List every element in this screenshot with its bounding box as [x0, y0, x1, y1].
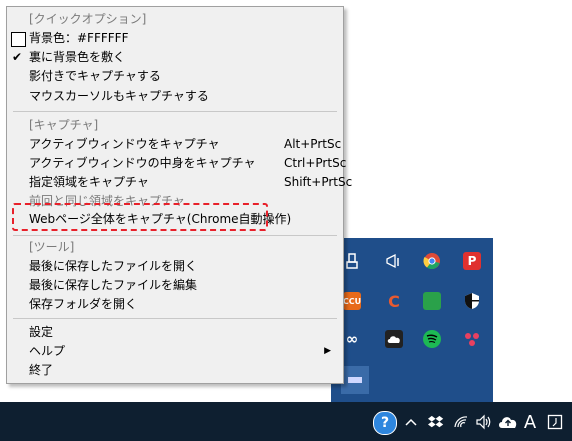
cloud-icon[interactable] — [385, 330, 403, 348]
menu-item-edit-last-file[interactable]: 最後に保存したファイルを編集 — [29, 276, 337, 295]
submenu-arrow-icon: ▶ — [324, 346, 331, 356]
menu-item-shadow[interactable]: 影付きでキャプチャする — [29, 67, 337, 86]
menu-separator — [13, 235, 337, 236]
menu-separator — [13, 318, 337, 319]
app-icon[interactable] — [341, 366, 369, 394]
menu-item-shortcut: Alt+PrtSc — [284, 137, 342, 151]
infinity-icon[interactable]: ∞ — [343, 330, 361, 348]
wifi-icon[interactable] — [452, 412, 470, 432]
menu-item-open-last-file[interactable]: 最後に保存したファイルを開く — [29, 257, 337, 276]
menu-item-help-label: ヘルプ — [29, 344, 66, 358]
menu-item-paste-bg[interactable]: ✔ 裏に背景色を敷く — [12, 48, 337, 67]
menu-item-capture-active-window[interactable]: アクティブウィンドウをキャプチャ Alt+PrtSc — [29, 135, 341, 154]
menu-item-bg-color[interactable]: 背景色：#FFFFFF — [11, 29, 337, 48]
color-swatch — [11, 32, 26, 47]
menu-item-capture-active-window-content[interactable]: アクティブウィンドウの中身をキャプチャ Ctrl+PrtSc — [29, 154, 346, 173]
menu-item-help[interactable]: ヘルプ ▶ — [29, 342, 337, 361]
cloud-upload-icon[interactable] — [498, 412, 518, 432]
menu-item-open-save-folder[interactable]: 保存フォルダを開く — [29, 295, 337, 314]
usb-icon[interactable] — [343, 252, 361, 270]
menu-item-bg-color-label: 背景色：#FFFFFF — [29, 31, 129, 45]
ccu-icon[interactable]: CCU — [343, 292, 361, 310]
notification-icon[interactable] — [546, 412, 564, 432]
context-menu: [クイックオプション] 背景色：#FFFFFF ✔ 裏に背景色を敷く 影付きでキ… — [6, 6, 352, 384]
help-icon-label: ? — [380, 415, 390, 431]
taskbar: ? A — [0, 402, 572, 441]
pin-icon[interactable]: P — [463, 252, 481, 270]
menu-item-settings[interactable]: 設定 — [29, 323, 337, 342]
ime-label: A — [523, 411, 537, 433]
dropbox-icon[interactable] — [427, 412, 445, 432]
spotify-icon[interactable] — [423, 330, 441, 348]
menu-item-shortcut: Shift+PrtSc — [284, 175, 353, 189]
green-app-icon[interactable] — [423, 292, 441, 310]
chrome-icon[interactable] — [423, 252, 441, 270]
menu-item-shortcut: Ctrl+PrtSc — [284, 156, 347, 170]
ime-icon[interactable]: A — [522, 411, 538, 433]
menu-item-label: アクティブウィンドウをキャプチャ — [29, 137, 220, 151]
menu-item-label: 指定領域をキャプチャ — [29, 175, 149, 189]
chevron-up-icon[interactable] — [403, 412, 419, 432]
dots-icon[interactable] — [463, 330, 481, 348]
menu-separator — [13, 111, 337, 112]
flag-icon[interactable] — [385, 252, 403, 270]
highlight-box — [12, 203, 268, 231]
c-icon[interactable]: C — [385, 292, 403, 311]
menu-item-exit[interactable]: 終了 — [29, 361, 337, 380]
section-header-quick-options: [クイックオプション] — [29, 12, 147, 26]
section-header-tools: [ツール] — [29, 240, 75, 254]
tray-overflow-panel: P CCU C ∞ — [331, 238, 493, 402]
checkmark-icon: ✔ — [12, 50, 23, 64]
help-icon[interactable]: ? — [373, 411, 397, 435]
section-header-capture: [キャプチャ] — [29, 118, 99, 132]
menu-item-capture-region[interactable]: 指定領域をキャプチャ Shift+PrtSc — [29, 173, 352, 192]
shield-icon[interactable] — [463, 292, 481, 310]
volume-icon[interactable] — [474, 412, 494, 432]
menu-item-paste-bg-label: 裏に背景色を敷く — [29, 50, 126, 64]
menu-item-cursor[interactable]: マウスカーソルもキャプチャする — [29, 87, 337, 106]
menu-item-label: アクティブウィンドウの中身をキャプチャ — [29, 156, 256, 170]
